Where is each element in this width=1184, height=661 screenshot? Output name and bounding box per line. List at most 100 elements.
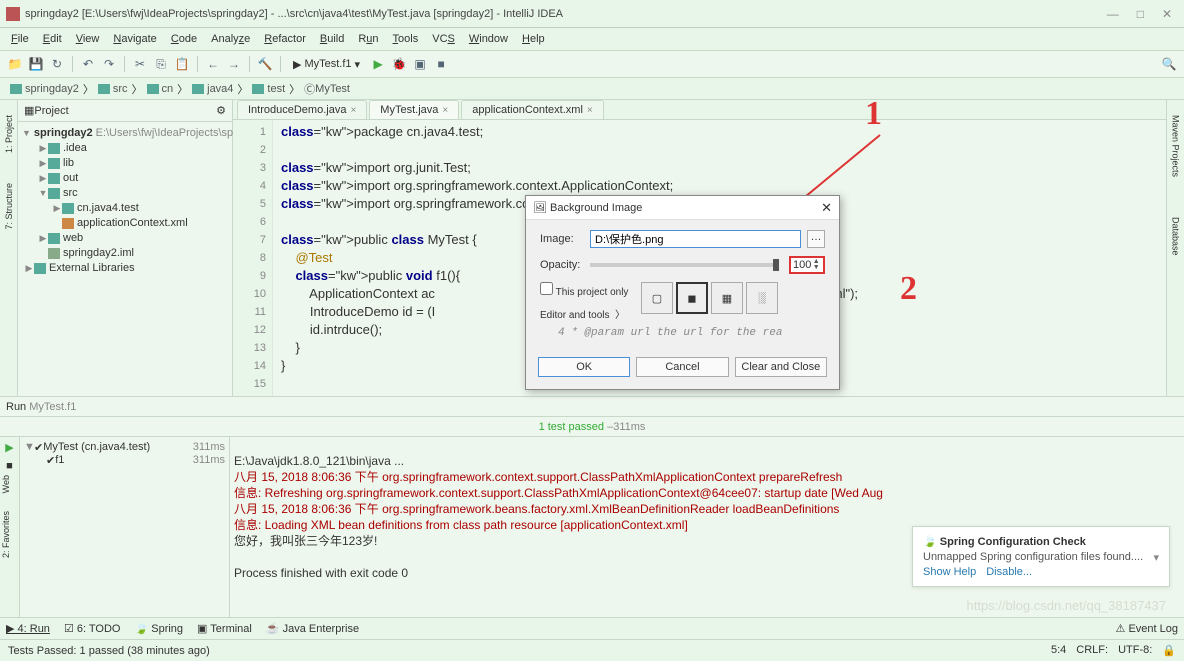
tile-option-plain[interactable]: ▢ (641, 282, 673, 314)
event-log[interactable]: ⚠ Event Log (1116, 622, 1178, 635)
tab-project[interactable]: 1: Project (3, 110, 15, 158)
tree-node[interactable]: ▶out (20, 171, 230, 186)
run-config-name: MyTest.f1 (29, 401, 76, 413)
cancel-button[interactable]: Cancel (636, 357, 728, 377)
test-item[interactable]: f1 (55, 454, 64, 467)
browse-button[interactable]: … (807, 230, 825, 248)
tree-node[interactable]: ▶.idea (20, 141, 230, 156)
minimize-button[interactable]: — (1107, 7, 1119, 21)
ok-button[interactable]: OK (538, 357, 630, 377)
close-icon[interactable]: × (587, 105, 593, 116)
show-help-link[interactable]: Show Help (923, 566, 976, 578)
close-button[interactable]: ✕ (1162, 7, 1172, 21)
panel-settings-icon[interactable]: ⚙ (216, 104, 226, 117)
tab-web[interactable]: Web (0, 470, 12, 498)
image-path-input[interactable] (590, 230, 801, 248)
dialog-title: Background Image (550, 202, 642, 214)
project-tree[interactable]: ▼ springday2 E:\Users\fwj\IdeaProjects\s… (18, 122, 232, 280)
menu-window[interactable]: Window (462, 31, 515, 47)
dialog-close-button[interactable]: ✕ (821, 200, 832, 216)
menu-help[interactable]: Help (515, 31, 552, 47)
run-config-label: MyTest.f1 (304, 58, 351, 70)
crumb-test[interactable]: test (248, 83, 289, 95)
tree-root[interactable]: springday2 (34, 126, 93, 141)
crumb-src[interactable]: src (94, 83, 132, 95)
opacity-label: Opacity: (540, 259, 584, 271)
menu-build[interactable]: Build (313, 31, 351, 47)
stop-button[interactable]: ■ (432, 55, 450, 73)
tree-node[interactable]: ▶lib (20, 156, 230, 171)
tree-node[interactable]: ▼src (20, 186, 230, 201)
tab-maven[interactable]: Maven Projects (1170, 110, 1182, 182)
tab-structure[interactable]: 7: Structure (3, 178, 15, 235)
project-only-checkbox[interactable] (540, 282, 553, 295)
tree-node[interactable]: applicationContext.xml (20, 216, 230, 231)
crumb-class[interactable]: Ⓒ MyTest (300, 81, 354, 97)
editor-tools-tab[interactable]: Editor and tools (540, 310, 610, 321)
redo-icon[interactable]: ↷ (100, 55, 118, 73)
tab-database[interactable]: Database (1170, 212, 1182, 261)
tab-mytest[interactable]: MyTest.java× (369, 100, 459, 119)
tile-option-tile[interactable]: ▦ (711, 282, 743, 314)
crumb-project[interactable]: springday2 (6, 83, 83, 95)
clear-close-button[interactable]: Clear and Close (735, 357, 827, 377)
menu-code[interactable]: Code (164, 31, 204, 47)
search-icon[interactable]: 🔍 (1160, 55, 1178, 73)
close-icon[interactable]: × (350, 105, 356, 116)
menu-view[interactable]: View (69, 31, 107, 47)
dialog-title-bar[interactable]: 🖼 Background Image ✕ (526, 196, 839, 220)
status-encoding[interactable]: UTF-8: (1118, 644, 1152, 657)
coverage-button[interactable]: ▣ (411, 55, 429, 73)
tree-node[interactable]: ▶web (20, 231, 230, 246)
tab-introducedemo[interactable]: IntroduceDemo.java× (237, 100, 367, 119)
copy-icon[interactable]: ⎘ (152, 55, 170, 73)
save-icon[interactable]: 💾 (27, 55, 45, 73)
refresh-icon[interactable]: ↻ (48, 55, 66, 73)
test-root[interactable]: MyTest (cn.java4.test) (43, 441, 150, 454)
opacity-slider[interactable] (590, 263, 779, 267)
tile-option-stretch[interactable]: ░ (746, 282, 778, 314)
back-icon[interactable]: ← (204, 55, 222, 73)
run-button[interactable]: ▶ (369, 55, 387, 73)
crumb-java4[interactable]: java4 (188, 83, 237, 95)
tile-option-center[interactable]: ◼ (676, 282, 708, 314)
menu-tools[interactable]: Tools (386, 31, 426, 47)
lock-icon[interactable]: 🔒 (1162, 644, 1176, 657)
tab-todo[interactable]: ☑ 6: TODO (64, 622, 121, 635)
open-icon[interactable]: 📁 (6, 55, 24, 73)
disable-link[interactable]: Disable... (986, 566, 1032, 578)
cut-icon[interactable]: ✂ (131, 55, 149, 73)
tab-favorites[interactable]: 2: Favorites (0, 506, 12, 563)
tree-node[interactable]: springday2.iml (20, 246, 230, 261)
run-config-selector[interactable]: ▶ MyTest.f1 ▾ (287, 58, 366, 71)
menu-navigate[interactable]: Navigate (106, 31, 163, 47)
menu-file[interactable]: File (4, 31, 36, 47)
tab-terminal[interactable]: ▣ Terminal (197, 622, 252, 635)
tab-spring[interactable]: 🍃 Spring (134, 622, 183, 635)
tree-node[interactable]: ▶cn.java4.test (20, 201, 230, 216)
menu-vcs[interactable]: VCS (425, 31, 462, 47)
menu-run[interactable]: Run (351, 31, 385, 47)
tab-run[interactable]: ▶ 4: Run (6, 622, 50, 635)
menu-refactor[interactable]: Refactor (257, 31, 313, 47)
menu-analyze[interactable]: Analyze (204, 31, 257, 47)
tree-node[interactable]: ▶External Libraries (20, 261, 230, 276)
tab-jee[interactable]: ☕ Java Enterprise (266, 622, 359, 635)
rerun-button[interactable]: ▶ (5, 441, 13, 454)
opacity-value-input[interactable]: 100 ▲▼ (789, 256, 825, 274)
maximize-button[interactable]: □ (1137, 7, 1144, 21)
chevron-down-icon[interactable]: ▾ (1153, 551, 1159, 564)
status-position[interactable]: 5:4 (1051, 644, 1066, 657)
tab-appcontext[interactable]: applicationContext.xml× (461, 100, 604, 119)
paste-icon[interactable]: 📋 (173, 55, 191, 73)
undo-icon[interactable]: ↶ (79, 55, 97, 73)
spinner-down[interactable]: ▼ (811, 265, 821, 271)
close-icon[interactable]: × (442, 105, 448, 116)
test-tree[interactable]: ▼ ✔ MyTest (cn.java4.test)311ms ✔ f1311m… (20, 437, 230, 617)
status-crlf[interactable]: CRLF: (1076, 644, 1108, 657)
menu-edit[interactable]: Edit (36, 31, 69, 47)
debug-button[interactable]: 🐞 (390, 55, 408, 73)
build-icon[interactable]: 🔨 (256, 55, 274, 73)
forward-icon[interactable]: → (225, 55, 243, 73)
crumb-cn[interactable]: cn (143, 83, 178, 95)
